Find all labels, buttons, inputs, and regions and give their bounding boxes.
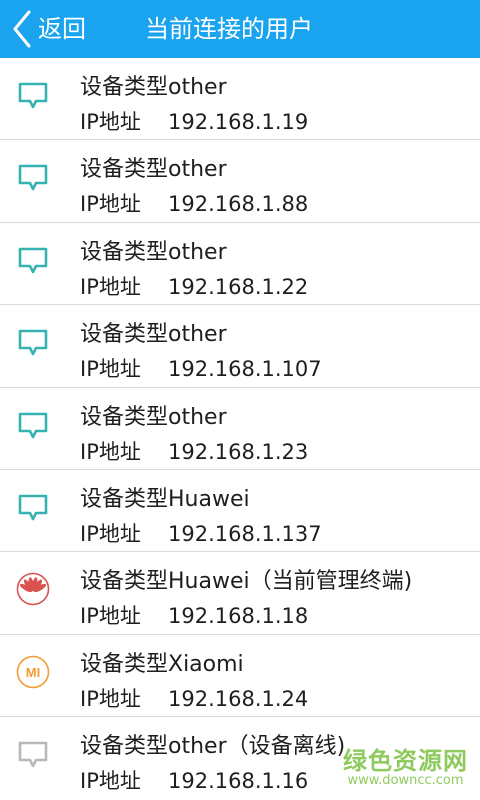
monitor-icon	[16, 325, 50, 359]
monitor-icon	[16, 160, 50, 194]
device-type-label: 设备类型Xiaomi	[80, 651, 244, 677]
ip-address-value: 192.168.1.107	[168, 357, 322, 382]
ip-address-value: 192.168.1.22	[168, 274, 309, 299]
ip-address-value: 192.168.1.18	[168, 604, 309, 629]
xiaomi-logo-icon: MI	[16, 655, 50, 689]
ip-address-value: 192.168.1.88	[168, 192, 309, 217]
back-button[interactable]: 返回	[12, 3, 86, 55]
device-list-item[interactable]: 设备类型other IP地址 192.168.1.107	[0, 305, 480, 388]
page-title: 当前连接的用户	[145, 15, 313, 43]
device-type-label: 设备类型other	[80, 75, 227, 100]
watermark-url: www.downcc.com	[347, 773, 464, 788]
device-ip-row: IP地址 192.168.1.19	[80, 108, 308, 136]
device-type-label: 设备类型other（设备离线)	[80, 734, 346, 760]
monitor-icon	[16, 408, 50, 442]
device-list-item[interactable]: 设备类型other IP地址 192.168.1.22	[0, 223, 480, 306]
ip-address-value: 192.168.1.24	[168, 686, 309, 711]
title-bar: 返回 当前连接的用户	[0, 0, 480, 58]
device-list-item[interactable]: 设备类型other IP地址 192.168.1.88	[0, 140, 480, 223]
device-ip-row: IP地址 192.168.1.24	[80, 685, 308, 713]
device-ip-row: IP地址 192.168.1.137	[80, 520, 322, 548]
device-ip-row: IP地址 192.168.1.22	[80, 273, 308, 301]
ip-address-label: IP地址	[80, 604, 141, 629]
monitor-icon	[16, 78, 50, 112]
device-type-label: 设备类型other	[80, 157, 227, 183]
ip-address-label: IP地址	[80, 769, 141, 794]
ip-address-label: IP地址	[80, 110, 141, 134]
device-ip-row: IP地址 192.168.1.16	[80, 767, 308, 795]
device-ip-row: IP地址 192.168.1.23	[80, 438, 308, 466]
xiaomi-logo-text: MI	[26, 665, 40, 680]
ip-address-value: 192.168.1.23	[168, 439, 309, 464]
device-list-item[interactable]: 设备类型Huawei IP地址 192.168.1.137	[0, 470, 480, 553]
device-ip-row: IP地址 192.168.1.18	[80, 602, 308, 630]
ip-address-label: IP地址	[80, 521, 141, 546]
monitor-offline-icon	[16, 737, 50, 771]
ip-address-label: IP地址	[80, 192, 141, 217]
device-list: 设备类型other IP地址 192.168.1.19 设备类型other IP地址 19…	[0, 58, 480, 800]
ip-address-label: IP地址	[80, 439, 141, 464]
device-list-item[interactable]: 设备类型Huawei（当前管理终端) IP地址 192.168.1.18	[0, 552, 480, 635]
huawei-logo-icon	[16, 572, 50, 606]
watermark: 绿色资源网 www.downcc.com	[343, 748, 468, 788]
ip-address-label: IP地址	[80, 274, 141, 299]
monitor-icon	[16, 243, 50, 277]
device-type-label: 设备类型other	[80, 404, 227, 430]
chevron-left-icon	[12, 10, 32, 48]
ip-address-label: IP地址	[80, 357, 141, 382]
app-screen: 返回 当前连接的用户 设备类型other IP地址 192.168.1.19 设备类型…	[0, 0, 480, 800]
watermark-text: 绿色资源网	[343, 747, 468, 775]
ip-address-value: 192.168.1.16	[168, 769, 309, 794]
monitor-icon	[16, 490, 50, 524]
device-list-item[interactable]: 设备类型other IP地址 192.168.1.23	[0, 388, 480, 470]
device-ip-row: IP地址 192.168.1.88	[80, 190, 308, 218]
device-ip-row: IP地址 192.168.1.107	[80, 355, 322, 383]
device-type-label: 设备类型Huawei（当前管理终端)	[80, 569, 413, 595]
ip-address-label: IP地址	[80, 686, 141, 711]
back-label: 返回	[38, 15, 86, 43]
device-type-label: 设备类型other	[80, 322, 227, 348]
device-list-item[interactable]: 设备类型other IP地址 192.168.1.19	[0, 58, 480, 141]
device-list-item[interactable]: MI 设备类型Xiaomi IP地址 192.168.1.24	[0, 635, 480, 718]
ip-address-value: 192.168.1.19	[168, 110, 309, 134]
device-type-label: 设备类型Huawei	[80, 486, 250, 512]
ip-address-value: 192.168.1.137	[168, 521, 322, 546]
device-type-label: 设备类型other	[80, 239, 227, 265]
